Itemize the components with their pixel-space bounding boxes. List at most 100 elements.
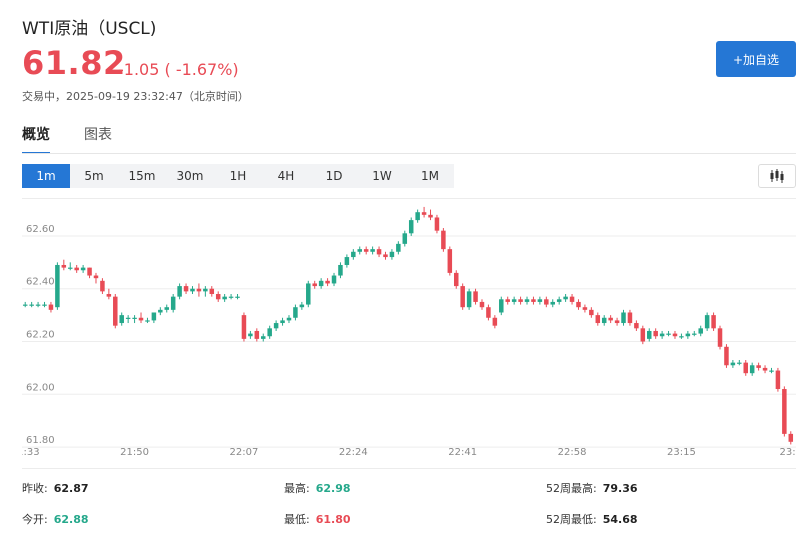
stat-value: 62.88 [53,513,89,526]
x-tick-label: 22:24 [339,447,368,458]
candle-body [769,370,774,372]
candle-body [672,333,678,337]
period-1h[interactable]: 1H [214,164,262,188]
price-chart[interactable]: 62.60 62.40 62.20 62.00 61.8021:33 21:50 22:07… [22,198,796,461]
candle-body [164,307,170,310]
candle-body [685,333,691,337]
candle-body [421,212,427,215]
candle-body [518,299,523,302]
candle-body [756,365,761,368]
candle-body [531,299,536,302]
candle-body [582,307,588,310]
candle-body [601,317,607,324]
candle-body [466,291,472,308]
candle-body [35,304,41,306]
stats-divider [22,468,796,469]
candle-body [634,323,639,329]
candle-body [408,220,414,234]
y-tick-label: 62.00 [26,382,55,393]
candle-body [267,328,272,337]
candle-body [627,312,633,324]
stat-label: 最高: [284,482,310,495]
candle-body [640,328,646,342]
candle-body [138,317,144,321]
candle-body [370,249,375,252]
candle-body [679,336,684,338]
candle-body [74,267,79,271]
candle-body [537,299,543,302]
candle-body [132,317,137,319]
stat-high: 最高: 62.98 [284,480,351,496]
candle-body [788,433,794,442]
stat-52w-high: 52周最高: 79.36 [546,480,638,496]
period-4h[interactable]: 4H [262,164,310,188]
period-30m[interactable]: 30m [166,164,214,188]
period-1d[interactable]: 1D [310,164,358,188]
candle-body [499,299,504,313]
period-1m[interactable]: 1m [22,164,70,188]
candle-body [595,315,601,324]
candle-body [698,328,703,334]
candle-body [177,286,182,297]
candle-body [453,272,459,287]
tab-overview[interactable]: 概览 [22,124,50,144]
stat-low: 最低: 61.80 [284,511,351,527]
candle-body [511,299,517,302]
candle-body [666,333,671,335]
x-tick-label: 23:15 [667,447,696,458]
candle-body [505,299,510,302]
candle-body [209,288,215,295]
candle-body [441,230,446,250]
add-watchlist-button[interactable]: +加自选 [716,41,796,77]
candle-body [704,315,710,329]
candle-body [550,301,556,305]
chart-type-button[interactable] [758,164,796,188]
candle-body [228,296,234,298]
x-tick-label: 22:07 [230,447,259,458]
candle-body [351,251,356,258]
candle-body [67,267,73,269]
candle-body [125,317,131,319]
candle-body [48,304,54,310]
candle-body [325,280,330,284]
candle-body [621,312,626,324]
candle-body [775,370,781,390]
period-15m[interactable]: 15m [118,164,166,188]
candle-body [203,288,208,292]
candle-body [215,294,221,300]
candle-body [653,330,658,337]
candle-body [190,288,195,292]
candle-body [556,299,562,302]
candle-body [717,328,723,347]
candle-body [749,365,755,374]
candle-body [357,249,363,252]
current-price: 61.82 [22,44,126,82]
candle-body [486,307,491,318]
candle-body [492,317,498,326]
candle-body [55,264,60,308]
stat-value: 62.87 [53,482,89,495]
candle-body [42,304,47,306]
candle-body [22,304,28,306]
period-1mo[interactable]: 1M [406,164,454,188]
candle-body [29,304,34,306]
candle-body [396,243,401,252]
candle-body [724,346,729,366]
candle-body [447,249,453,273]
period-1w[interactable]: 1W [358,164,406,188]
candle-body [569,296,575,302]
candle-body [646,330,652,339]
period-5m[interactable]: 5m [70,164,118,188]
candle-body [692,333,697,335]
candle-body [730,362,736,366]
candle-body [87,267,92,276]
candle-body [563,296,568,300]
candle-body [659,333,665,337]
stat-open: 今开: 62.88 [22,511,89,527]
candle-body [608,317,613,321]
tab-chart[interactable]: 图表 [84,124,112,144]
instrument-title: WTI原油（USCL) [22,19,157,39]
candle-body [383,254,388,258]
x-tick-label: 22:41 [448,447,477,458]
candle-body [235,296,240,298]
